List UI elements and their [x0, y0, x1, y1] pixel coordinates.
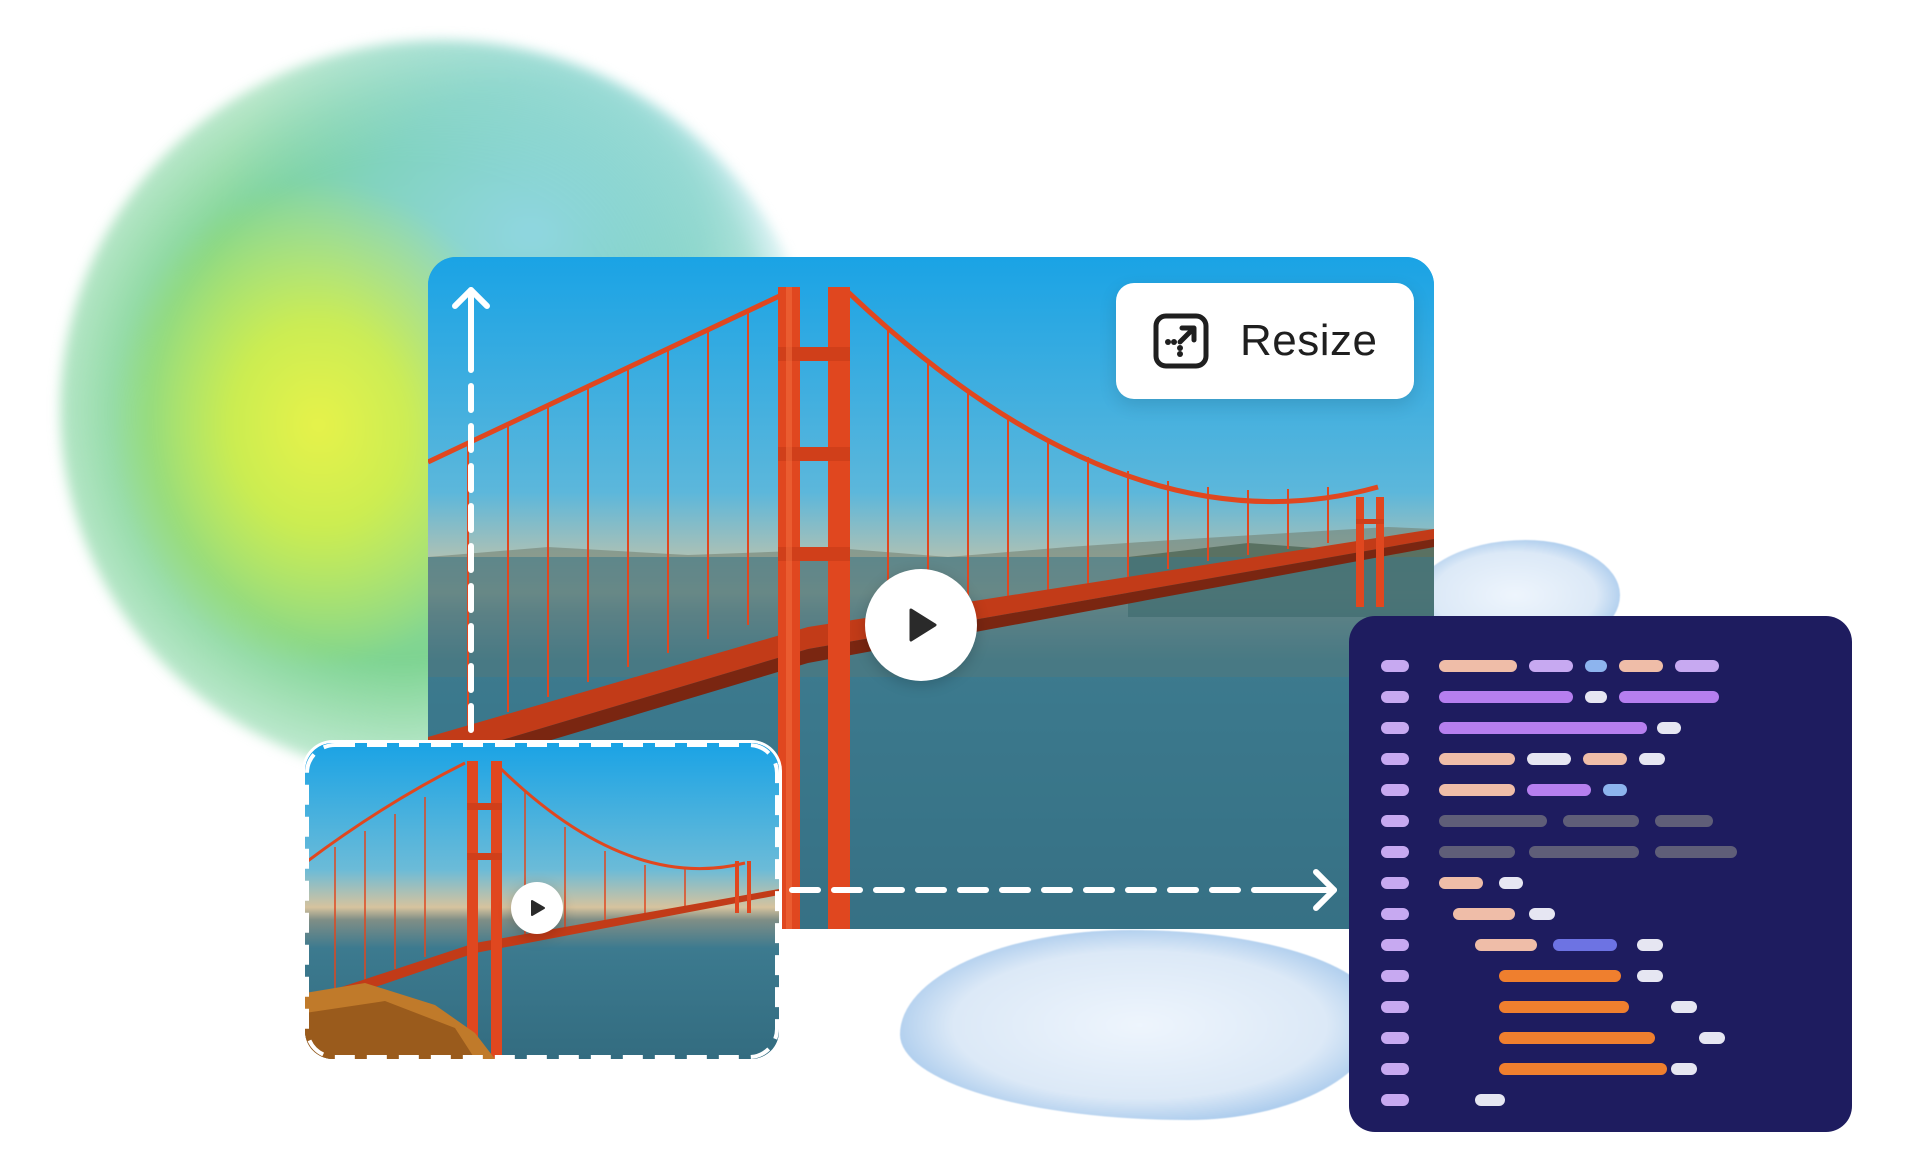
code-line-bar	[1529, 908, 1555, 920]
code-line-bar	[1439, 691, 1573, 703]
code-line-bar	[1381, 660, 1409, 672]
code-line-bar	[1381, 846, 1409, 858]
resize-icon	[1153, 313, 1209, 369]
code-line-bar	[1439, 877, 1483, 889]
code-line-bar	[1381, 722, 1409, 734]
code-line-bar	[1563, 815, 1639, 827]
code-line-bar	[1453, 908, 1515, 920]
code-line-bar	[1381, 1094, 1409, 1106]
code-line-bar	[1603, 784, 1627, 796]
code-line-bar	[1499, 1032, 1655, 1044]
code-line-bar	[1381, 815, 1409, 827]
code-line-bar	[1381, 877, 1409, 889]
code-line-bar	[1499, 877, 1523, 889]
code-line-bar	[1699, 1032, 1725, 1044]
code-line-bar	[1381, 970, 1409, 982]
code-line-bar	[1655, 815, 1713, 827]
code-line-bar	[1527, 784, 1591, 796]
code-line-bar	[1585, 660, 1607, 672]
code-line-bar	[1655, 846, 1737, 858]
code-line-bar	[1657, 722, 1681, 734]
code-line-bar	[1475, 939, 1537, 951]
code-line-bar	[1439, 753, 1515, 765]
code-line-bar	[1529, 846, 1639, 858]
code-line-bar	[1583, 753, 1627, 765]
code-line-bar	[1381, 908, 1409, 920]
code-line-bar	[1381, 1032, 1409, 1044]
code-line-bar	[1381, 1063, 1409, 1075]
code-line-bar	[1381, 753, 1409, 765]
code-line-bar	[1381, 784, 1409, 796]
code-line-bar	[1529, 660, 1573, 672]
play-icon-small	[531, 900, 545, 916]
code-line-bar	[1439, 815, 1547, 827]
code-line-bar	[1381, 691, 1409, 703]
code-line-bar	[1585, 691, 1607, 703]
code-line-bar	[1619, 660, 1663, 672]
code-line-bar	[1639, 753, 1665, 765]
code-line-bar	[1527, 753, 1571, 765]
code-line-bar	[1475, 1094, 1505, 1106]
thumbnail-play-button[interactable]	[511, 882, 563, 934]
code-line-bar	[1381, 939, 1409, 951]
code-line-bar	[1619, 691, 1719, 703]
watercolor-splash-bottom	[900, 930, 1380, 1120]
code-line-bar	[1439, 660, 1517, 672]
code-line-bar	[1499, 1063, 1667, 1075]
resize-button[interactable]: Resize	[1116, 283, 1414, 399]
code-line-bar	[1671, 1001, 1697, 1013]
code-line-bar	[1439, 846, 1515, 858]
code-line-bar	[1637, 970, 1663, 982]
code-line-bar	[1675, 660, 1719, 672]
play-icon	[909, 608, 937, 642]
code-line-bar	[1499, 1001, 1629, 1013]
code-line-bar	[1553, 939, 1617, 951]
code-line-bar	[1637, 939, 1663, 951]
code-line-bar	[1381, 1001, 1409, 1013]
code-editor-panel	[1349, 616, 1852, 1132]
code-line-bar	[1439, 722, 1647, 734]
resize-button-label: Resize	[1240, 316, 1378, 365]
main-play-button[interactable]	[865, 569, 977, 681]
code-line-bar	[1439, 784, 1515, 796]
code-line-bar	[1671, 1063, 1697, 1075]
code-line-bar	[1499, 970, 1621, 982]
